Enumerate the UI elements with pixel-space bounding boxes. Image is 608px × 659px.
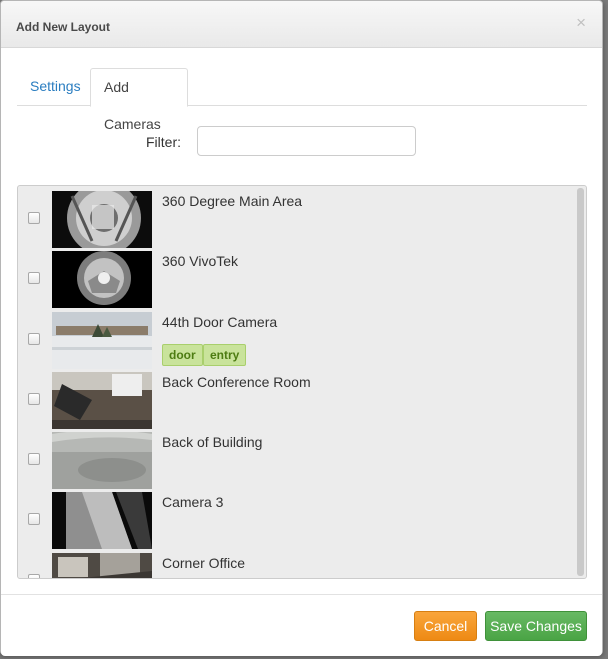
camera-checkbox[interactable]	[28, 333, 40, 345]
dialog-title: Add New Layout	[16, 20, 111, 34]
list-scrollbar[interactable]	[577, 188, 584, 576]
camera-name: Camera 3	[162, 494, 224, 510]
camera-thumbnail	[52, 372, 152, 429]
camera-thumbnail	[52, 251, 152, 308]
save-changes-button[interactable]: Save Changes	[485, 611, 587, 641]
camera-list-item[interactable]: Camera 3	[18, 487, 578, 549]
camera-name: Back Conference Room	[162, 374, 311, 390]
camera-thumbnail	[52, 432, 152, 489]
camera-list-item[interactable]: 360 Degree Main Area	[18, 186, 578, 248]
camera-checkbox[interactable]	[28, 574, 40, 578]
camera-name: Back of Building	[162, 434, 263, 450]
tab-bar: Settings Add Cameras	[17, 68, 587, 132]
camera-list-item[interactable]: Back of Building	[18, 427, 578, 489]
cancel-button[interactable]: Cancel	[414, 611, 477, 641]
camera-thumbnail	[52, 312, 152, 369]
camera-thumbnail	[52, 191, 152, 248]
camera-checkbox[interactable]	[28, 212, 40, 224]
camera-name: Corner Office	[162, 555, 245, 571]
camera-name: 360 Degree Main Area	[162, 193, 303, 209]
camera-list-item[interactable]: Back Conference Room	[18, 367, 578, 429]
camera-list: 360 Degree Main Area 360 VivoTek 44th Do…	[17, 185, 587, 579]
close-icon[interactable]: ×	[576, 14, 586, 31]
filter-label: Filter:	[146, 134, 181, 150]
dialog-footer: Cancel Save Changes	[1, 594, 602, 656]
camera-checkbox[interactable]	[28, 513, 40, 525]
tab-add-cameras[interactable]: Add Cameras	[90, 68, 188, 132]
tag-badge: entry	[203, 344, 247, 366]
camera-list-item[interactable]: Corner Office	[18, 548, 578, 578]
camera-checkbox[interactable]	[28, 393, 40, 405]
camera-checkbox[interactable]	[28, 272, 40, 284]
filter-input[interactable]	[197, 126, 416, 156]
camera-list-item[interactable]: 44th Door Camera door entry	[18, 307, 578, 369]
add-new-layout-dialog: Add New Layout × Settings Add Cameras Fi…	[0, 0, 603, 656]
camera-name: 360 VivoTek	[162, 253, 239, 269]
camera-thumbnail	[52, 553, 152, 578]
tag-badge: door	[162, 344, 203, 366]
camera-thumbnail	[52, 492, 152, 549]
tab-settings[interactable]: Settings	[17, 68, 94, 106]
camera-checkbox[interactable]	[28, 453, 40, 465]
dialog-header: Add New Layout ×	[1, 1, 602, 48]
camera-list-item[interactable]: 360 VivoTek	[18, 246, 578, 308]
camera-name: 44th Door Camera	[162, 314, 278, 330]
